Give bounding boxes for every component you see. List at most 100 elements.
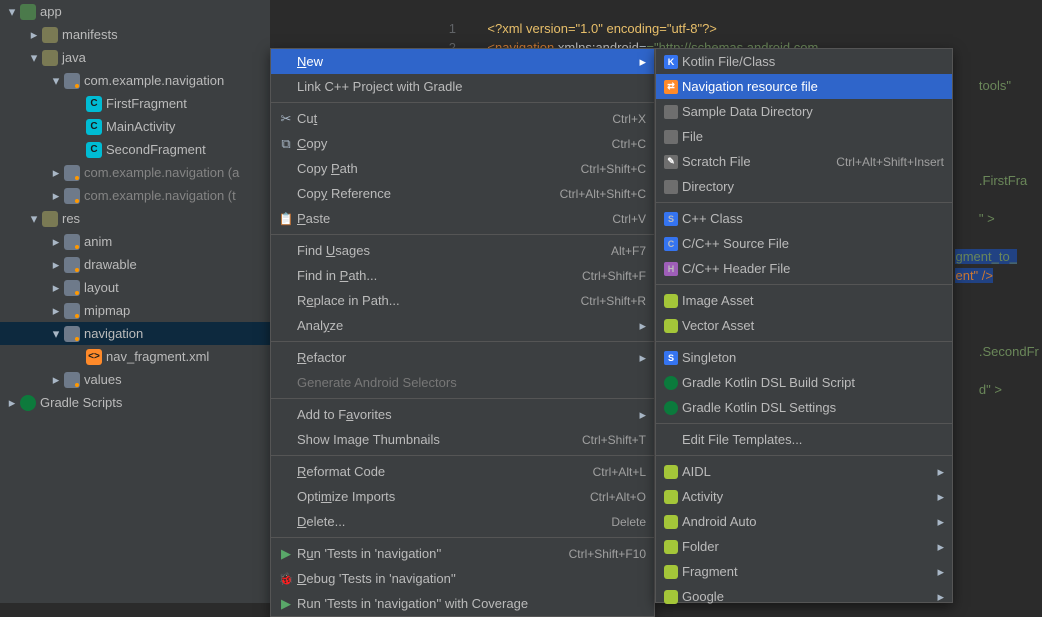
tree-item-anim[interactable]: ▸ anim xyxy=(0,230,270,253)
folder-icon xyxy=(42,27,58,43)
tree-item-layout[interactable]: ▸ layout xyxy=(0,276,270,299)
menu-item[interactable]: File xyxy=(656,124,952,149)
menu-item[interactable]: ✎Scratch FileCtrl+Alt+Shift+Insert xyxy=(656,149,952,174)
context-menu[interactable]: New▸Link C++ Project with Gradle ✂CutCtrl… xyxy=(270,48,655,617)
gradle-icon xyxy=(20,395,36,411)
folder-icon xyxy=(64,326,80,342)
tree-label: res xyxy=(62,211,80,226)
tree-item-java[interactable]: ▾ java xyxy=(0,46,270,69)
menu-item[interactable]: SC++ Class xyxy=(656,206,952,231)
menu-item[interactable]: Gradle Kotlin DSL Settings xyxy=(656,395,952,420)
tree-label: navigation xyxy=(84,326,143,341)
menu-item[interactable]: ✂CutCtrl+X xyxy=(271,106,654,131)
menu-item[interactable]: ▶Run 'Tests in 'navigation'' with Covera… xyxy=(271,591,654,616)
menu-item[interactable]: Copy PathCtrl+Shift+C xyxy=(271,156,654,181)
menu-item[interactable]: Delete...Delete xyxy=(271,509,654,534)
tree-item-main-activity[interactable]: C MainActivity xyxy=(0,115,270,138)
tree-item-nav-fragment[interactable]: <> nav_fragment.xml xyxy=(0,345,270,368)
menu-item[interactable]: ⧉CopyCtrl+C xyxy=(271,131,654,156)
tree-label: com.example.navigation (t xyxy=(84,188,236,203)
menu-item[interactable]: Replace in Path...Ctrl+Shift+R xyxy=(271,288,654,313)
expand-icon[interactable]: ▸ xyxy=(48,188,64,204)
tree-item-package[interactable]: ▸ com.example.navigation (t xyxy=(0,184,270,207)
tree-item-first-fragment[interactable]: C FirstFragment xyxy=(0,92,270,115)
tree-label: manifests xyxy=(62,27,118,42)
tree-label: com.example.navigation (a xyxy=(84,165,239,180)
package-icon xyxy=(64,188,80,204)
folder-icon xyxy=(64,280,80,296)
menu-item[interactable]: Find UsagesAlt+F7 xyxy=(271,238,654,263)
tree-label: anim xyxy=(84,234,112,249)
expand-icon[interactable]: ▸ xyxy=(48,280,64,296)
tree-item-package[interactable]: ▾ com.example.navigation xyxy=(0,69,270,92)
new-submenu[interactable]: KKotlin File/Class⇄Navigation resource f… xyxy=(655,48,953,603)
tree-item-values[interactable]: ▸ values xyxy=(0,368,270,391)
menu-item[interactable]: SSingleton xyxy=(656,345,952,370)
menu-item[interactable]: Android Auto▸ xyxy=(656,509,952,534)
menu-item[interactable]: ⇄Navigation resource file xyxy=(656,74,952,99)
project-tree[interactable]: ▾ app ▸ manifests ▾ java ▾ com.example.n… xyxy=(0,0,270,603)
expand-icon[interactable]: ▸ xyxy=(48,165,64,181)
folder-icon xyxy=(64,234,80,250)
tree-item-navigation[interactable]: ▾ navigation xyxy=(0,322,270,345)
menu-item[interactable]: Folder▸ xyxy=(656,534,952,559)
tree-item-mipmap[interactable]: ▸ mipmap xyxy=(0,299,270,322)
menu-item[interactable]: Fragment▸ xyxy=(656,559,952,584)
tree-item-manifests[interactable]: ▸ manifests xyxy=(0,23,270,46)
menu-item[interactable]: Vector Asset xyxy=(656,313,952,338)
expand-icon[interactable]: ▸ xyxy=(48,234,64,250)
menu-item[interactable]: 📋PasteCtrl+V xyxy=(271,206,654,231)
menu-item[interactable]: KKotlin File/Class xyxy=(656,49,952,74)
tree-item-second-fragment[interactable]: C SecondFragment xyxy=(0,138,270,161)
menu-item[interactable]: Refactor▸ xyxy=(271,345,654,370)
expand-icon[interactable]: ▸ xyxy=(48,257,64,273)
menu-item[interactable]: CC/C++ Source File xyxy=(656,231,952,256)
menu-item[interactable]: AIDL▸ xyxy=(656,459,952,484)
tree-label: values xyxy=(84,372,122,387)
menu-item[interactable]: Find in Path...Ctrl+Shift+F xyxy=(271,263,654,288)
expand-icon[interactable]: ▸ xyxy=(26,27,42,43)
menu-item[interactable]: 🐞Debug 'Tests in 'navigation'' xyxy=(271,566,654,591)
tree-item-app[interactable]: ▾ app xyxy=(0,0,270,23)
tree-label: java xyxy=(62,50,86,65)
menu-item[interactable]: Show Image ThumbnailsCtrl+Shift+T xyxy=(271,427,654,452)
tree-label: com.example.navigation xyxy=(84,73,224,88)
menu-item[interactable]: Optimize ImportsCtrl+Alt+O xyxy=(271,484,654,509)
menu-item[interactable]: Reformat CodeCtrl+Alt+L xyxy=(271,459,654,484)
expand-icon[interactable]: ▾ xyxy=(4,4,20,20)
package-icon xyxy=(64,165,80,181)
menu-item[interactable]: Link C++ Project with Gradle xyxy=(271,74,654,99)
class-icon: C xyxy=(86,142,102,158)
expand-icon[interactable]: ▾ xyxy=(48,73,64,89)
folder-icon xyxy=(20,4,36,20)
tree-label: app xyxy=(40,4,62,19)
folder-icon xyxy=(42,211,58,227)
menu-item[interactable]: Image Asset xyxy=(656,288,952,313)
tree-item-package[interactable]: ▸ com.example.navigation (a xyxy=(0,161,270,184)
tree-item-drawable[interactable]: ▸ drawable xyxy=(0,253,270,276)
menu-item[interactable]: Edit File Templates... xyxy=(656,427,952,452)
menu-item[interactable]: Sample Data Directory xyxy=(656,99,952,124)
menu-item[interactable]: Google▸ xyxy=(656,584,952,609)
folder-icon xyxy=(64,372,80,388)
menu-item[interactable]: ▶Run 'Tests in 'navigation''Ctrl+Shift+F… xyxy=(271,541,654,566)
menu-item[interactable]: Copy ReferenceCtrl+Alt+Shift+C xyxy=(271,181,654,206)
expand-icon[interactable]: ▾ xyxy=(26,50,42,66)
tree-item-res[interactable]: ▾ res xyxy=(0,207,270,230)
expand-icon[interactable]: ▾ xyxy=(26,211,42,227)
expand-icon[interactable]: ▸ xyxy=(48,303,64,319)
tree-label: nav_fragment.xml xyxy=(106,349,209,364)
tree-label: SecondFragment xyxy=(106,142,206,157)
menu-item[interactable]: Analyze▸ xyxy=(271,313,654,338)
menu-item[interactable]: Gradle Kotlin DSL Build Script xyxy=(656,370,952,395)
menu-item[interactable]: Activity▸ xyxy=(656,484,952,509)
menu-item[interactable]: New▸ xyxy=(271,49,654,74)
tree-item-gradle[interactable]: ▸ Gradle Scripts xyxy=(0,391,270,414)
menu-item[interactable]: Add to Favorites▸ xyxy=(271,402,654,427)
folder-icon xyxy=(64,303,80,319)
menu-item[interactable]: HC/C++ Header File xyxy=(656,256,952,281)
expand-icon[interactable]: ▸ xyxy=(48,372,64,388)
expand-icon[interactable]: ▾ xyxy=(48,326,64,342)
expand-icon[interactable]: ▸ xyxy=(4,395,20,411)
menu-item[interactable]: Directory xyxy=(656,174,952,199)
